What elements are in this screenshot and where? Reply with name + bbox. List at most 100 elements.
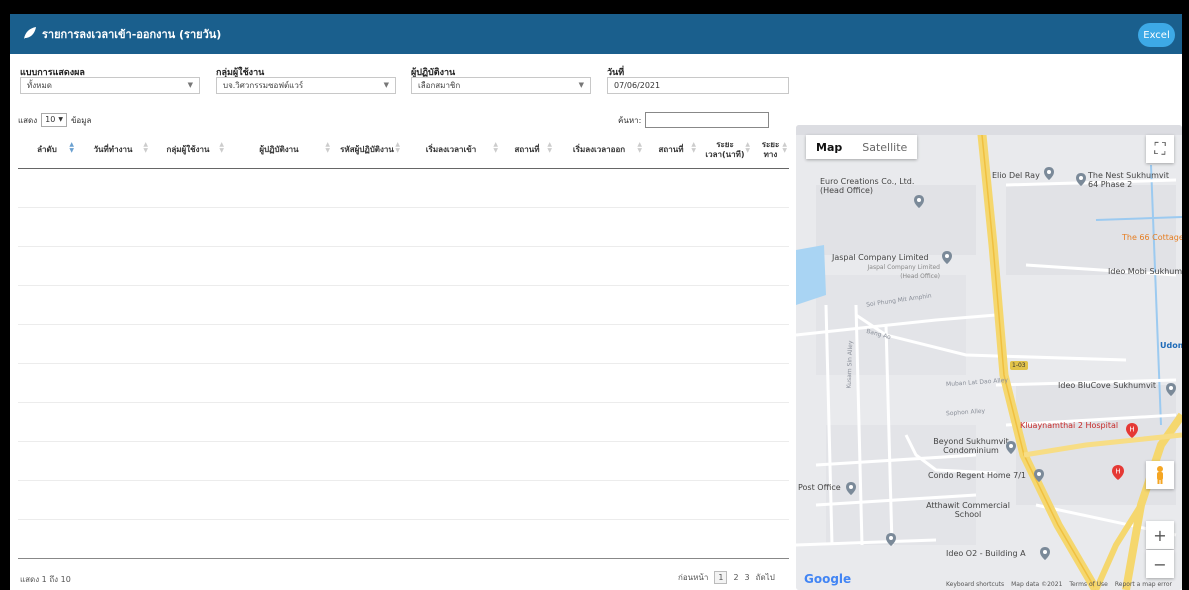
map-pin-icon [942, 251, 952, 264]
table-info: แสดง 1 ถึง 10 [20, 575, 71, 584]
map-attribution: Keyboard shortcuts Map data ©2021 Terms … [946, 581, 1172, 588]
chevron-down-icon: ▼ [578, 81, 584, 89]
col-header-check-out-place[interactable]: สถานที่ ▲ ▼ [644, 132, 698, 168]
sort-icon: ▲ ▼ [493, 141, 498, 154]
map-place-jaspal-sub[interactable]: Jaspal Company Limited (Head Office) [866, 263, 940, 281]
terms-of-use-link[interactable]: Terms of Use [1069, 581, 1107, 588]
pager-page-3[interactable]: 3 [745, 573, 750, 582]
table-bottom-border [18, 558, 789, 559]
col-header-check-in-place[interactable]: สถานที่ ▲ ▼ [500, 132, 554, 168]
map-place-condo-regent[interactable]: Condo Regent Home 7/1 [928, 471, 1026, 480]
sort-icon: ▲ ▼ [219, 141, 224, 154]
operator-select[interactable]: เลือกสมาชิก ▼ [411, 77, 591, 94]
table-row [18, 207, 789, 208]
map-place-udom[interactable]: Udom S [1160, 341, 1182, 350]
app-frame: รายการลงเวลาเข้า-ออกงาน (รายวัน) Excel แ… [10, 14, 1182, 590]
sort-icon: ▲ ▼ [637, 141, 642, 154]
chevron-down-icon: ▼ [187, 81, 193, 89]
table-row [18, 519, 789, 520]
sort-icon: ▲ ▼ [395, 141, 400, 154]
map-type-tabs: Map Satellite [806, 135, 918, 159]
pager-previous[interactable]: ก่อนหน้า [678, 571, 708, 584]
sort-icon: ▲ ▼ [143, 141, 148, 154]
date-input[interactable]: 07/06/2021 [607, 77, 789, 94]
map-place-ideo-mobi[interactable]: Ideo Mobi Sukhumvit [1108, 267, 1182, 276]
table-row [18, 285, 789, 286]
display-mode-select[interactable]: ทั้งหมด ▼ [20, 77, 200, 94]
map-pin-icon [1006, 441, 1016, 454]
search-input[interactable] [645, 112, 770, 128]
table-body [18, 169, 789, 562]
col-header-seq[interactable]: ลำดับ ▲ ▼ [18, 132, 76, 168]
svg-text:H: H [1115, 468, 1120, 476]
map-pin-icon [1034, 469, 1044, 482]
map-pin-icon [886, 533, 896, 546]
tab-satellite[interactable]: Satellite [852, 135, 917, 159]
col-header-check-out-time[interactable]: เริ่มลงเวลาออก ▲ ▼ [554, 132, 644, 168]
table-row [18, 324, 789, 325]
sort-icon: ▲ ▼ [69, 141, 74, 154]
pager-page-1[interactable]: 1 [714, 571, 728, 584]
table-row [18, 363, 789, 364]
col-header-distance[interactable]: ระยะทาง ▲ ▼ [752, 132, 789, 168]
excel-export-button[interactable]: Excel [1138, 23, 1175, 47]
hospital-pin-icon: H [1126, 423, 1138, 438]
sort-icon: ▲ ▼ [547, 141, 552, 154]
keyboard-shortcuts-link[interactable]: Keyboard shortcuts [946, 581, 1004, 588]
sort-icon: ▲ ▼ [325, 141, 330, 154]
tab-map[interactable]: Map [806, 135, 852, 159]
chevron-down-icon: ▼ [383, 81, 389, 89]
svg-text:H: H [1129, 426, 1134, 434]
col-header-operator[interactable]: ผู้ปฏิบัติงาน ▲ ▼ [226, 132, 332, 168]
page-length-select[interactable]: 10 ▼ [41, 113, 67, 127]
map-panel[interactable]: Map Satellite ⛶ Euro Creations Co., Ltd.… [796, 125, 1182, 590]
street-view-pegman-icon[interactable] [1146, 461, 1174, 489]
map-place-elio[interactable]: Elio Del Ray [992, 171, 1040, 180]
map-pin-icon [846, 482, 856, 495]
page-header: รายการลงเวลาเข้า-ออกงาน (รายวัน) Excel [10, 14, 1182, 54]
map-place-ideo-o2[interactable]: Ideo O2 - Building A [946, 549, 1026, 558]
zoom-in-button[interactable]: + [1146, 521, 1174, 549]
sort-icon: ▲ ▼ [745, 141, 750, 154]
col-header-check-in-time[interactable]: เริ่มลงเวลาเข้า ▲ ▼ [402, 132, 500, 168]
chevron-down-icon: ▼ [58, 116, 63, 123]
google-logo: Google [804, 572, 852, 586]
route-shield: 1-03 [1010, 361, 1028, 370]
pager-next[interactable]: ถัดไป [756, 571, 775, 584]
map-pin-icon [1166, 383, 1176, 396]
sort-icon: ▲ ▼ [691, 141, 696, 154]
map-pin-icon [1076, 173, 1086, 186]
map-place-kluaynamthai[interactable]: Kluaynamthai 2 Hospital [1020, 421, 1118, 430]
map-place-euro[interactable]: Euro Creations Co., Ltd. (Head Office) [820, 177, 930, 195]
map-place-ideo-blucove[interactable]: Ideo BluCove Sukhumvit [1058, 381, 1156, 390]
user-group-select[interactable]: บจ.วิศวกรรมซอฟต์แวร์ ▼ [216, 77, 396, 94]
map-pin-icon [1044, 167, 1054, 180]
map-place-atthawit[interactable]: Atthawit Commercial School [926, 501, 1010, 519]
table-row [18, 480, 789, 481]
pagination: ก่อนหน้า 1 2 3 ถัดไป [678, 571, 775, 584]
table-row [18, 402, 789, 403]
map-place-beyond[interactable]: Beyond Sukhumvit Condominium [926, 437, 1016, 455]
pager-page-2[interactable]: 2 [733, 573, 738, 582]
fullscreen-icon[interactable]: ⛶ [1146, 135, 1174, 163]
col-header-operator-id[interactable]: รหัสผู้ปฏิบัติงาน ▲ ▼ [332, 132, 402, 168]
hospital-pin-icon: H [1112, 465, 1124, 480]
col-header-duration[interactable]: ระยะเวลา(นาที) ▲ ▼ [698, 132, 752, 168]
map-data-label: Map data ©2021 [1011, 581, 1063, 588]
map-place-jaspal[interactable]: Jaspal Company Limited [832, 253, 929, 262]
map-pin-icon [1040, 547, 1050, 560]
col-header-work-date[interactable]: วันที่ทำงาน ▲ ▼ [76, 132, 150, 168]
table-row [18, 441, 789, 442]
table-search: ค้นหา: [618, 112, 770, 128]
map-place-post-office[interactable]: Post Office [798, 483, 841, 492]
leaf-icon [24, 27, 36, 39]
report-map-error-link[interactable]: Report a map error [1115, 581, 1172, 588]
sort-icon: ▲ ▼ [782, 141, 787, 154]
map-pin-icon [914, 195, 924, 208]
page-title: รายการลงเวลาเข้า-ออกงาน (รายวัน) [42, 28, 222, 41]
col-header-user-group[interactable]: กลุ่มผู้ใช้งาน ▲ ▼ [150, 132, 226, 168]
map-place-nest[interactable]: The Nest Sukhumvit 64 Phase 2 [1088, 171, 1174, 189]
table-header: ลำดับ ▲ ▼ วันที่ทำงาน ▲ ▼ กลุ่มผู้ใช้งาน ▲… [18, 132, 789, 169]
map-place-cottage[interactable]: The 66 Cottage [1122, 233, 1182, 242]
zoom-out-button[interactable]: − [1146, 550, 1174, 578]
